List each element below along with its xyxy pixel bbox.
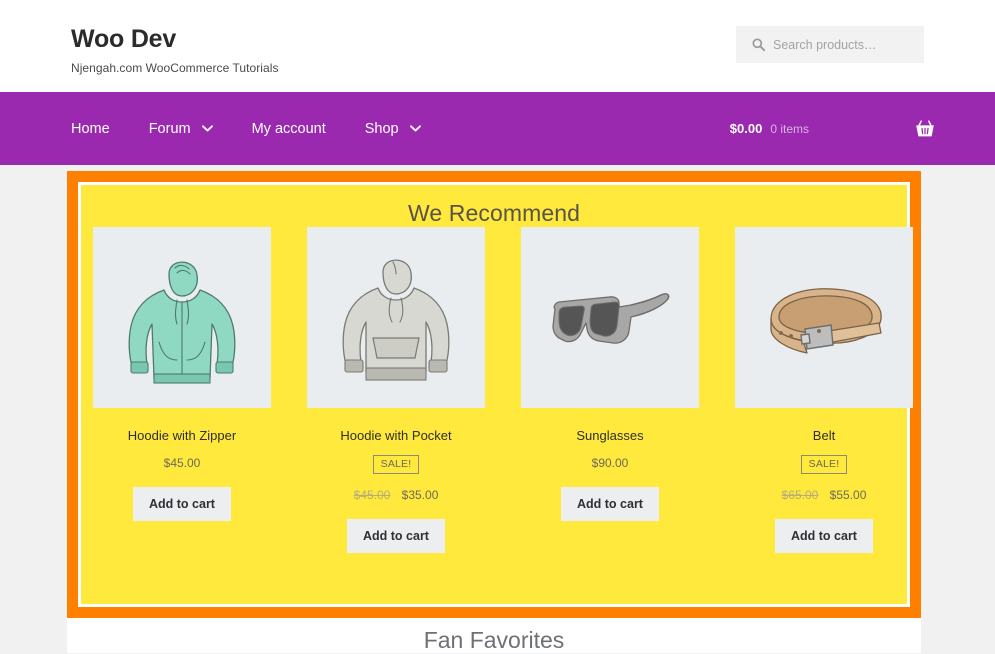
shopping-basket-icon[interactable] — [915, 119, 935, 138]
nav-item-label: Home — [71, 120, 110, 137]
product-card[interactable]: Belt SALE! $65.00 $55.00 Add to cart — [735, 227, 913, 554]
product-name: Hoodie with Zipper — [127, 428, 237, 443]
product-grid: Hoodie with Zipper $45.00 Add to cart Ho… — [81, 227, 913, 554]
hoodie-with-zipper-image[interactable] — [93, 227, 271, 408]
nav-item-label: Forum — [148, 120, 191, 137]
product-price: $65.00 $55.00 — [735, 488, 913, 502]
primary-navbar: Home Forum My account Shop $0.00 0 items — [0, 92, 995, 165]
add-to-cart-button[interactable]: Add to cart — [133, 486, 231, 522]
belt-image[interactable] — [735, 227, 913, 408]
sale-badge: SALE! — [800, 454, 848, 474]
recommend-highlight-border: We Recommend Hoodie with Zipper $45.00 A… — [67, 171, 921, 618]
nav-item-label: My account — [251, 120, 326, 137]
nav-links: Home Forum My account Shop — [71, 92, 460, 165]
section-title-we-recommend: We Recommend — [407, 200, 581, 226]
nav-item-shop[interactable]: Shop — [365, 121, 421, 137]
nav-item-label: Shop — [364, 120, 399, 137]
site-tagline: Njengah.com WooCommerce Tutorials — [71, 60, 279, 75]
chevron-down-icon — [409, 124, 421, 135]
product-price-new: $55.00 — [829, 487, 867, 502]
product-card[interactable]: Hoodie with Pocket SALE! $45.00 $35.00 A… — [307, 227, 485, 554]
product-card[interactable]: Sunglasses $90.00 Add to cart — [521, 227, 699, 553]
product-price: $90.00 — [591, 455, 629, 470]
add-to-cart-button[interactable]: Add to cart — [347, 518, 445, 554]
sunglasses-image[interactable] — [521, 227, 699, 408]
search-box[interactable] — [736, 26, 924, 63]
product-price-new: $35.00 — [401, 487, 439, 502]
search-input[interactable] — [773, 37, 913, 52]
hoodie-with-pocket-image[interactable] — [307, 227, 485, 408]
cart-area[interactable]: $0.00 0 items — [730, 92, 935, 165]
product-name: Belt — [812, 428, 836, 443]
site-title: Woo Dev — [71, 25, 177, 53]
search-icon — [752, 38, 765, 51]
product-price: $45.00 $35.00 — [307, 488, 485, 502]
product-name: Sunglasses — [576, 428, 644, 443]
fan-favorites-section: Fan Favorites — [67, 618, 921, 653]
product-price-old: $65.00 — [781, 487, 819, 502]
product-name: Hoodie with Pocket — [340, 428, 452, 443]
recommend-section: We Recommend Hoodie with Zipper $45.00 A… — [81, 185, 913, 604]
add-to-cart-button[interactable]: Add to cart — [561, 486, 659, 522]
chevron-down-icon — [201, 124, 213, 135]
add-to-cart-button[interactable]: Add to cart — [775, 518, 873, 554]
product-card[interactable]: Hoodie with Zipper $45.00 Add to cart — [93, 227, 271, 553]
product-price: $45.00 — [163, 455, 201, 470]
cart-amount: $0.00 — [729, 121, 763, 136]
cart-item-count: 0 items — [770, 121, 809, 136]
recommend-inner-white: We Recommend Hoodie with Zipper $45.00 A… — [78, 182, 913, 607]
section-title-fan-favorites: Fan Favorites — [423, 627, 565, 653]
sale-badge: SALE! — [372, 454, 420, 474]
site-masthead: Woo Dev Njengah.com WooCommerce Tutorial… — [0, 0, 995, 92]
brand-block[interactable]: Woo Dev Njengah.com WooCommerce Tutorial… — [71, 25, 279, 75]
product-price-old: $45.00 — [353, 487, 391, 502]
nav-item-forum[interactable]: Forum — [149, 121, 213, 137]
nav-item-home[interactable]: Home — [71, 121, 110, 137]
nav-item-my-account[interactable]: My account — [252, 121, 326, 137]
